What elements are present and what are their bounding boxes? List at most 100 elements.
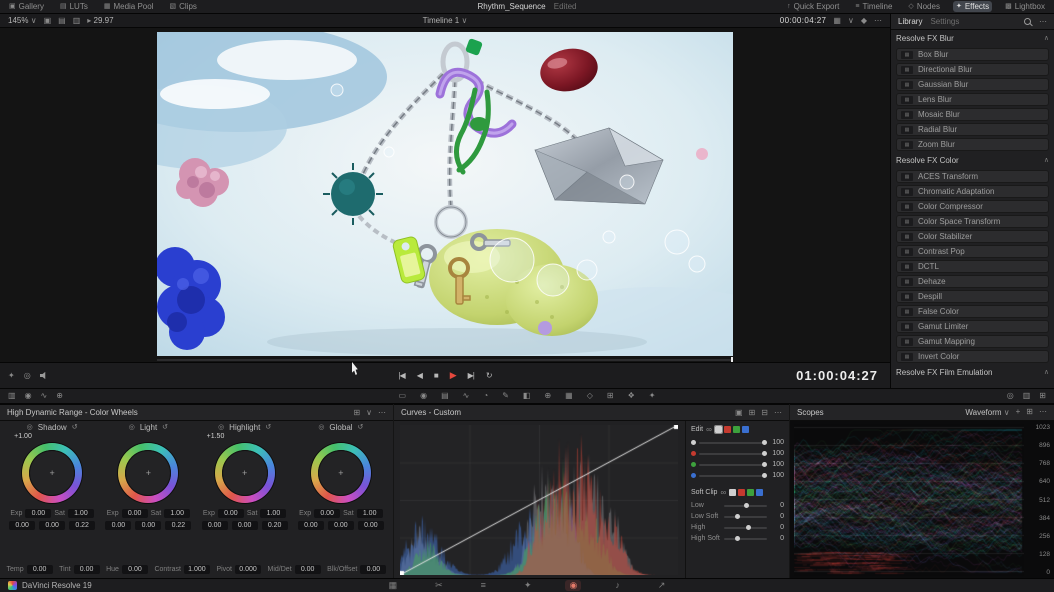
library-section-header[interactable]: Resolve FX Film Emulation∧ [896, 365, 1049, 380]
wheel-value[interactable]: 0.00 [298, 521, 324, 530]
topbar-button-luts[interactable]: ▤LUTs [57, 1, 91, 12]
fx-item-despill[interactable]: ▦Despill [896, 290, 1049, 303]
curves-icon[interactable]: ◔ [483, 392, 488, 400]
fx-item-radial-blur[interactable]: ▦Radial Blur [896, 123, 1049, 136]
param-value[interactable]: 0.00 [295, 565, 321, 574]
color-wheel[interactable]: + [311, 443, 371, 503]
stills-icon[interactable]: ▭ [399, 392, 407, 400]
wheel-value[interactable]: 0.00 [328, 521, 354, 530]
fx-item-color-compressor[interactable]: ▦Color Compressor [896, 200, 1049, 213]
curve-editor[interactable] [394, 421, 685, 579]
link-icon[interactable]: ∞ [706, 426, 712, 434]
fairlight-page-icon[interactable]: ♪ [611, 580, 624, 591]
fx-item-gamut-limiter[interactable]: ▦Gamut Limiter [896, 320, 1049, 333]
target-icon[interactable]: ◎ [129, 424, 135, 431]
collapse-icon[interactable]: ∧ [1044, 35, 1049, 42]
curve-tool-icon[interactable]: ∿ [41, 392, 48, 400]
sat-value[interactable]: 1.00 [164, 509, 190, 518]
tab-settings[interactable]: Settings [930, 17, 959, 26]
exp-value[interactable]: 0.00 [218, 509, 244, 518]
wheel-icon[interactable]: ◉ [25, 392, 32, 400]
wheel-value[interactable]: 0.00 [105, 521, 131, 530]
wheels-icon[interactable]: ◉ [420, 392, 427, 400]
reset-icon[interactable]: ↺ [265, 424, 271, 431]
slider-knob[interactable] [762, 440, 767, 445]
more-icon[interactable]: ⋯ [774, 409, 782, 417]
tracker-icon[interactable]: ⊕ [544, 392, 551, 400]
expand-icon[interactable]: ⊞ [1026, 408, 1033, 417]
tab-library[interactable]: Library [898, 17, 922, 26]
loop-button[interactable]: ↻ [486, 371, 492, 380]
fx-item-color-space-transform[interactable]: ▦Color Space Transform [896, 215, 1049, 228]
bypass-all-icon[interactable]: ◎ [1007, 392, 1014, 400]
step-forward-button[interactable]: ▶| [468, 371, 474, 380]
channel-chip-g[interactable] [733, 426, 740, 433]
motion-icon[interactable]: ∿ [463, 392, 470, 400]
topbar-button-media-pool[interactable]: ▦Media Pool [101, 1, 157, 12]
fx-item-chromatic-adaptation[interactable]: ▦Chromatic Adaptation [896, 185, 1049, 198]
topbar-button-lightbox[interactable]: ▩Lightbox [1002, 1, 1048, 12]
channel-chip-r[interactable] [724, 426, 731, 433]
link-icon[interactable]: ∞ [720, 489, 726, 497]
fx-item-dctl[interactable]: ▦DCTL [896, 260, 1049, 273]
fx-item-zoom-blur[interactable]: ▦Zoom Blur [896, 138, 1049, 151]
single-viewer-icon[interactable]: ▣ [44, 17, 52, 25]
slider-knob[interactable] [746, 525, 751, 530]
library-section-header[interactable]: Resolve FX Color∧ [896, 153, 1049, 168]
channel-chip-y[interactable] [715, 426, 722, 433]
layout-icon[interactable]: ▥ [8, 392, 16, 400]
search-icon[interactable] [1024, 18, 1031, 25]
blur-icon[interactable]: ▦ [565, 392, 573, 400]
param-value[interactable]: 0.00 [74, 565, 100, 574]
sat-value[interactable]: 1.00 [68, 509, 94, 518]
slider-knob[interactable] [762, 462, 767, 467]
fx-item-false-color[interactable]: ▦False Color [896, 305, 1049, 318]
slider-track[interactable] [699, 453, 767, 455]
param-value[interactable]: 0.000 [235, 565, 261, 574]
more-icon[interactable]: ⋯ [378, 409, 386, 417]
chevron-down-icon[interactable]: ∨ [848, 17, 854, 25]
color-wheel[interactable]: + [22, 443, 82, 503]
wheel-value[interactable]: 0.00 [39, 521, 65, 530]
wheel-value[interactable]: 0.00 [358, 521, 384, 530]
fx-item-dehaze[interactable]: ▦Dehaze [896, 275, 1049, 288]
target-icon[interactable]: ◎ [27, 424, 33, 431]
fx-item-gamut-mapping[interactable]: ▦Gamut Mapping [896, 335, 1049, 348]
fx-item-mosaic-blur[interactable]: ▦Mosaic Blur [896, 108, 1049, 121]
cut-page-icon[interactable]: ✂ [431, 580, 447, 591]
wheel-value[interactable]: 0.00 [9, 521, 35, 530]
exp-value[interactable]: 0.00 [314, 509, 340, 518]
soft-clip-chip-r[interactable] [738, 489, 745, 496]
expand-panel-icon[interactable]: ⊞ [1039, 392, 1046, 400]
topbar-button-nodes[interactable]: ◇Nodes [905, 1, 943, 12]
fx-item-directional-blur[interactable]: ▦Directional Blur [896, 63, 1049, 76]
play-button[interactable]: ▶ [450, 370, 456, 381]
slider-track[interactable] [724, 527, 767, 529]
collapse-icon[interactable]: ∧ [1044, 369, 1049, 376]
fx-item-contrast-pop[interactable]: ▦Contrast Pop [896, 245, 1049, 258]
scope-mode-select[interactable]: Waveform ∨ [965, 408, 1009, 417]
rgb-mixer-icon[interactable]: ▤ [441, 392, 449, 400]
color-wheel[interactable]: + [118, 443, 178, 503]
slider-track[interactable] [724, 505, 767, 507]
step-back-button[interactable]: ◀ [417, 371, 422, 380]
enhanced-viewer-icon[interactable]: ▥ [73, 17, 81, 25]
sizing-icon[interactable]: ⊞ [607, 392, 614, 400]
topbar-button-quick-export[interactable]: ↑Quick Export [784, 1, 842, 12]
topbar-button-gallery[interactable]: ▣Gallery [6, 1, 47, 12]
flag-icon[interactable]: ◆ [861, 17, 867, 25]
fx-item-box-blur[interactable]: ▦Box Blur [896, 48, 1049, 61]
slider-track[interactable] [699, 442, 767, 444]
sat-value[interactable]: 1.00 [357, 509, 383, 518]
fx-item-invert-color[interactable]: ▦Invert Color [896, 350, 1049, 363]
more-icon[interactable]: ⋯ [874, 17, 882, 25]
grid-icon[interactable]: ⊞ [353, 409, 360, 417]
slider-track[interactable] [724, 538, 767, 540]
qualifier-icon[interactable]: ✎ [502, 392, 509, 400]
wheel-value[interactable]: 0.22 [165, 521, 191, 530]
split-icon[interactable]: ⊟ [761, 409, 768, 417]
slider-knob[interactable] [735, 514, 740, 519]
channel-chip-b[interactable] [742, 426, 749, 433]
slider-track[interactable] [699, 475, 767, 477]
wheel-value[interactable]: 0.00 [202, 521, 228, 530]
